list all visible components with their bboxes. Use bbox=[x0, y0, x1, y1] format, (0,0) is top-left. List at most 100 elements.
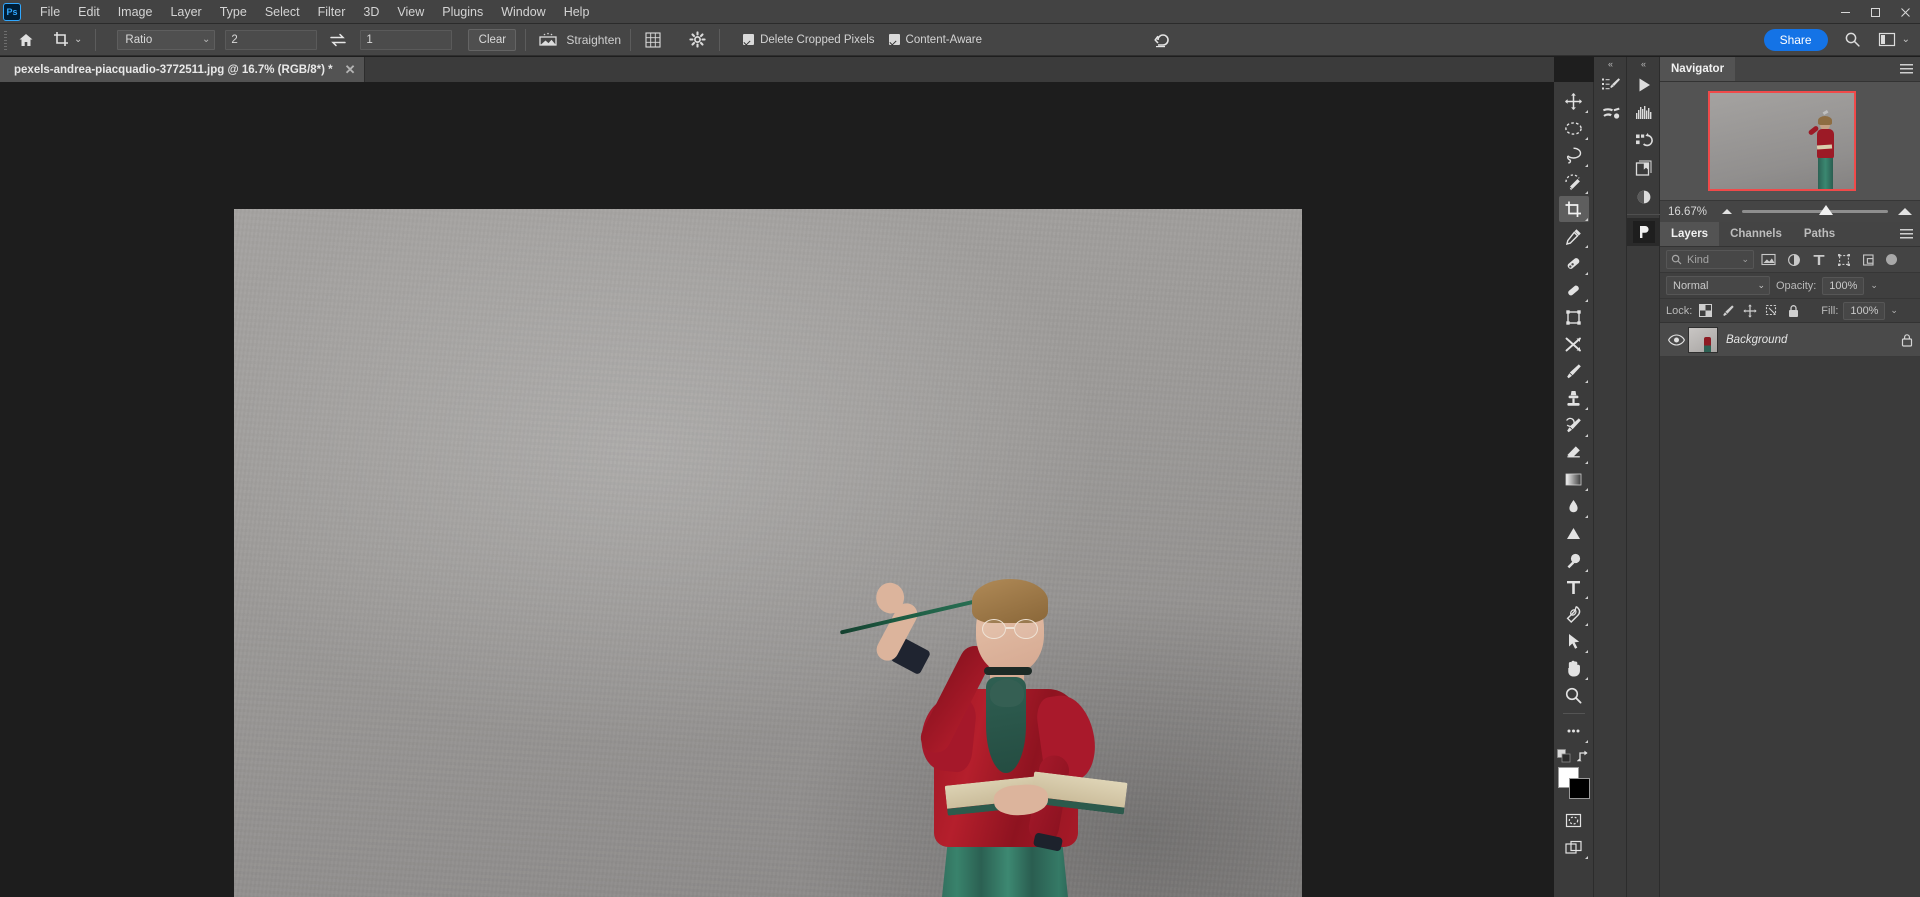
tab-layers[interactable]: Layers bbox=[1660, 222, 1719, 246]
sidebar-item-clone-stamp-tool[interactable] bbox=[1559, 385, 1589, 411]
tab-channels[interactable]: Channels bbox=[1719, 222, 1793, 246]
filter-smart-object-icon-button[interactable] bbox=[1858, 250, 1879, 270]
menu-type[interactable]: Type bbox=[211, 2, 256, 22]
slider-handle[interactable] bbox=[1819, 205, 1833, 215]
layers-list-empty-area[interactable] bbox=[1660, 357, 1920, 757]
background-color-swatch[interactable] bbox=[1569, 778, 1590, 799]
menu-edit[interactable]: Edit bbox=[69, 2, 109, 22]
sidebar-item-eyedropper-tool[interactable] bbox=[1559, 223, 1589, 249]
menu-plugins[interactable]: Plugins bbox=[433, 2, 492, 22]
brush-settings-icon-button[interactable] bbox=[1594, 71, 1627, 99]
menu-window[interactable]: Window bbox=[492, 2, 554, 22]
menu-select[interactable]: Select bbox=[256, 2, 309, 22]
swap-ratio-button[interactable] bbox=[326, 29, 350, 51]
swap-colors-button[interactable] bbox=[1577, 749, 1591, 763]
lock-position-button[interactable] bbox=[1741, 302, 1758, 319]
sidebar-item-spot-healing-brush-tool[interactable] bbox=[1559, 250, 1589, 276]
layer-thumbnail[interactable] bbox=[1688, 327, 1718, 353]
panel-menu-icon[interactable] bbox=[1900, 64, 1913, 75]
sidebar-item-lasso-tool[interactable] bbox=[1559, 142, 1589, 168]
opacity-stepper-chevron-icon[interactable]: ⌄ bbox=[1870, 280, 1878, 291]
sidebar-item-pen-tool[interactable] bbox=[1559, 601, 1589, 627]
layer-lock-indicator[interactable] bbox=[1894, 333, 1920, 347]
crop-ratio-width-input[interactable]: 2 bbox=[225, 30, 317, 50]
navigator-preview[interactable] bbox=[1660, 82, 1920, 200]
navigator-zoom-slider[interactable] bbox=[1742, 210, 1888, 213]
adjustments-panel-icon-button[interactable] bbox=[1627, 183, 1660, 211]
search-button[interactable] bbox=[1840, 28, 1866, 52]
straighten-button[interactable] bbox=[535, 28, 561, 52]
sidebar-item-move-tool[interactable] bbox=[1559, 88, 1589, 114]
zoom-in-mountain-icon[interactable] bbox=[1898, 208, 1912, 215]
tool-preset-picker[interactable]: ⌄ bbox=[48, 27, 86, 53]
tab-paths[interactable]: Paths bbox=[1793, 222, 1846, 246]
sidebar-item-frame-tool[interactable] bbox=[1559, 304, 1589, 330]
collapse-panel-button-a[interactable]: « bbox=[1594, 57, 1626, 71]
document-image[interactable] bbox=[234, 209, 1302, 897]
sidebar-item-patch-tool[interactable] bbox=[1559, 277, 1589, 303]
sidebar-item-brush-tool[interactable] bbox=[1559, 358, 1589, 384]
properties-panel-icon-button[interactable] bbox=[1627, 218, 1660, 246]
sidebar-item-crop-tool[interactable] bbox=[1559, 196, 1589, 222]
share-button[interactable]: Share bbox=[1764, 29, 1828, 51]
prevent-nesting-button[interactable] bbox=[1763, 302, 1780, 319]
fill-stepper-chevron-icon[interactable]: ⌄ bbox=[1890, 305, 1898, 316]
blend-mode-select[interactable]: Normal ⌄ bbox=[1666, 276, 1770, 295]
panel-menu-icon[interactable] bbox=[1900, 229, 1913, 240]
histogram-panel-icon-button[interactable] bbox=[1627, 99, 1660, 127]
sidebar-item-clone-source-tool[interactable] bbox=[1559, 331, 1589, 357]
menu-3d[interactable]: 3D bbox=[354, 2, 388, 22]
table-row[interactable]: Background bbox=[1660, 323, 1920, 357]
filter-toggle-switch[interactable] bbox=[1886, 254, 1897, 265]
maximize-button[interactable] bbox=[1860, 0, 1890, 24]
menu-file[interactable]: File bbox=[31, 2, 69, 22]
canvas-area[interactable] bbox=[0, 82, 1554, 897]
sidebar-item-path-selection-tool[interactable] bbox=[1559, 628, 1589, 654]
sidebar-item-quick-selection-tool[interactable] bbox=[1559, 169, 1589, 195]
navigator-zoom-value[interactable]: 16.67% bbox=[1668, 206, 1712, 218]
actions-panel-icon-button[interactable] bbox=[1627, 71, 1660, 99]
home-button[interactable] bbox=[12, 27, 40, 53]
tab-navigator[interactable]: Navigator bbox=[1660, 57, 1735, 81]
layer-kind-filter[interactable]: Kind ⌄ bbox=[1666, 250, 1754, 269]
screen-mode-button[interactable] bbox=[1559, 834, 1589, 860]
crop-ratio-select[interactable]: Ratio ⌄ bbox=[117, 30, 215, 50]
filter-pixel-icon-button[interactable] bbox=[1758, 250, 1779, 270]
default-colors-button[interactable] bbox=[1557, 749, 1571, 763]
opacity-input[interactable]: 100% bbox=[1822, 277, 1864, 295]
clear-button[interactable]: Clear bbox=[468, 29, 516, 51]
sidebar-item-eraser-tool[interactable] bbox=[1559, 439, 1589, 465]
filter-type-icon-button[interactable] bbox=[1808, 250, 1829, 270]
filter-adjustment-icon-button[interactable] bbox=[1783, 250, 1804, 270]
reset-button[interactable] bbox=[1150, 28, 1176, 52]
layer-visibility-toggle[interactable] bbox=[1664, 328, 1688, 352]
close-icon[interactable]: ✕ bbox=[345, 63, 356, 76]
lock-transparent-pixels-button[interactable] bbox=[1697, 302, 1714, 319]
sidebar-item-gradient-tool[interactable] bbox=[1559, 466, 1589, 492]
minimize-button[interactable] bbox=[1830, 0, 1860, 24]
delete-cropped-pixels-checkbox[interactable]: Delete Cropped Pixels bbox=[743, 34, 874, 46]
menu-image[interactable]: Image bbox=[109, 2, 162, 22]
sidebar-item-type-tool[interactable] bbox=[1559, 574, 1589, 600]
layer-name[interactable]: Background bbox=[1726, 334, 1894, 346]
sidebar-item-hand-tool[interactable] bbox=[1559, 655, 1589, 681]
filter-shape-icon-button[interactable] bbox=[1833, 250, 1854, 270]
sidebar-item-zoom-tool[interactable] bbox=[1559, 682, 1589, 708]
menu-view[interactable]: View bbox=[388, 2, 433, 22]
sidebar-item-more-tools[interactable] bbox=[1559, 718, 1589, 744]
sidebar-item-blur-tool[interactable] bbox=[1559, 493, 1589, 519]
history-panel-icon-button[interactable] bbox=[1627, 127, 1660, 155]
color-swatches[interactable] bbox=[1558, 767, 1590, 799]
sidebar-item-elliptical-select-tool[interactable] bbox=[1559, 115, 1589, 141]
document-tab[interactable]: pexels-andrea-piacquadio-3772511.jpg @ 1… bbox=[0, 57, 365, 82]
sidebar-item-history-brush-tool[interactable] bbox=[1559, 412, 1589, 438]
lock-all-button[interactable] bbox=[1785, 302, 1802, 319]
layer-comps-panel-icon-button[interactable] bbox=[1627, 155, 1660, 183]
menu-layer[interactable]: Layer bbox=[161, 2, 210, 22]
workspace-button[interactable] bbox=[1874, 28, 1900, 52]
menu-help[interactable]: Help bbox=[555, 2, 599, 22]
lock-image-pixels-button[interactable] bbox=[1719, 302, 1736, 319]
chevron-down-icon[interactable]: ⌄ bbox=[1902, 34, 1910, 45]
brushes-icon-button[interactable] bbox=[1594, 99, 1627, 127]
crop-ratio-height-input[interactable]: 1 bbox=[360, 30, 452, 50]
